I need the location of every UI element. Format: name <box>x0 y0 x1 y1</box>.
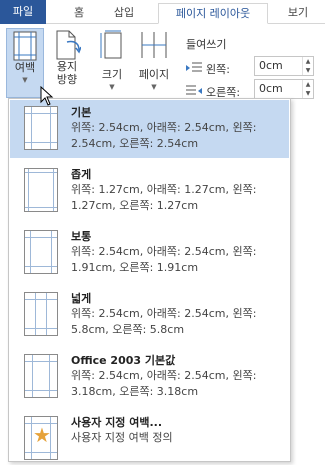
margins-icon <box>13 31 37 61</box>
custom-margins-item[interactable]: ★ 사용자 지정 여백... 사용자 지정 여백 정의 <box>10 410 289 460</box>
margin-option-desc: 위쪽: 2.54cm, 아래쪽: 2.54cm, 왼쪽: 2.54cm, 오른쪽… <box>71 121 257 150</box>
indent-left-input[interactable]: 0cm ▲ ▼ <box>254 56 314 76</box>
indent-right-input[interactable]: 0cm ▲ ▼ <box>254 79 314 99</box>
columns-button[interactable]: 페이지 ▼ <box>134 28 174 98</box>
chevron-down-icon: ▼ <box>22 76 28 84</box>
margin-option-desc: 위쪽: 2.54cm, 아래쪽: 2.54cm, 왼쪽: 3.18cm, 오른쪽… <box>71 369 257 398</box>
margin-option-narrow[interactable]: 좁게 위쪽: 1.27cm, 아래쪽: 1.27cm, 왼쪽: 1.27cm, … <box>10 162 289 220</box>
margin-option-title: Office 2003 기본값 <box>71 354 176 367</box>
margin-preview-icon: ★ <box>24 416 58 460</box>
margin-option-desc: 위쪽: 2.54cm, 아래쪽: 2.54cm, 왼쪽: 5.8cm, 오른쪽:… <box>71 307 257 336</box>
margin-option-normal[interactable]: 기본 위쪽: 2.54cm, 아래쪽: 2.54cm, 왼쪽: 2.54cm, … <box>10 100 289 158</box>
spin-arrows-icon[interactable]: ▲ ▼ <box>302 80 313 98</box>
columns-icon <box>141 32 167 58</box>
margin-option-desc: 위쪽: 2.54cm, 아래쪽: 2.54cm, 왼쪽: 1.91cm, 오른쪽… <box>71 245 257 274</box>
ribbon-tab-bar: 파일 홈 삽입 페이지 레이아웃 보기 <box>0 0 325 24</box>
size-button[interactable]: 크기 ▼ <box>92 28 132 98</box>
orientation-icon <box>56 30 81 60</box>
margin-option-desc: 위쪽: 1.27cm, 아래쪽: 1.27cm, 왼쪽: 1.27cm, 오른쪽… <box>71 183 257 212</box>
chevron-down-icon: ▼ <box>109 83 115 91</box>
orientation-label-1: 용지 <box>56 60 78 73</box>
mouse-pointer-icon <box>40 86 54 106</box>
margin-preview-icon <box>24 230 58 274</box>
page-size-icon <box>100 30 122 59</box>
columns-label: 페이지 <box>138 68 170 81</box>
margin-option-title: 보통 <box>71 230 92 243</box>
custom-margins-desc: 사용자 지정 여백 정의 <box>71 431 173 444</box>
margins-dropdown: 기본 위쪽: 2.54cm, 아래쪽: 2.54cm, 왼쪽: 2.54cm, … <box>8 98 291 462</box>
tab-view[interactable]: 보기 <box>276 3 320 24</box>
tab-insert[interactable]: 삽입 <box>104 3 144 24</box>
custom-margins-title: 사용자 지정 여백... <box>71 416 163 429</box>
margin-option-moderate[interactable]: 보통 위쪽: 2.54cm, 아래쪽: 2.54cm, 왼쪽: 1.91cm, … <box>10 224 289 282</box>
indent-left-label: 왼쪽: <box>206 63 230 76</box>
margin-preview-icon <box>24 168 58 212</box>
star-icon: ★ <box>33 423 51 447</box>
margin-preview-icon <box>24 292 58 336</box>
margin-option-office-2003[interactable]: Office 2003 기본값 위쪽: 2.54cm, 아래쪽: 2.54cm,… <box>10 348 289 406</box>
margin-option-wide[interactable]: 넓게 위쪽: 2.54cm, 아래쪽: 2.54cm, 왼쪽: 5.8cm, 오… <box>10 286 289 344</box>
margin-preview-icon <box>24 106 58 150</box>
indent-group-title: 들여쓰기 <box>186 38 227 51</box>
margins-button[interactable]: 여백 ▼ <box>6 28 44 98</box>
indent-right-icon <box>186 85 202 95</box>
tab-file[interactable]: 파일 <box>0 0 46 24</box>
indent-right-value: 0cm <box>259 82 283 95</box>
chevron-down-icon: ▼ <box>151 83 157 91</box>
indent-left-value: 0cm <box>259 59 283 72</box>
size-label: 크기 <box>101 68 123 81</box>
tab-page-layout[interactable]: 페이지 레이아웃 <box>158 3 268 24</box>
margins-label: 여백 <box>14 61 36 74</box>
margin-option-title: 기본 <box>71 106 92 119</box>
margin-preview-icon <box>24 354 58 398</box>
orientation-label-2: 방향 <box>56 73 78 86</box>
margin-option-title: 좁게 <box>71 168 92 181</box>
margin-option-title: 넓게 <box>71 292 92 305</box>
indent-left-icon <box>186 62 202 72</box>
spin-arrows-icon[interactable]: ▲ ▼ <box>302 57 313 75</box>
tab-home[interactable]: 홈 <box>62 3 96 24</box>
